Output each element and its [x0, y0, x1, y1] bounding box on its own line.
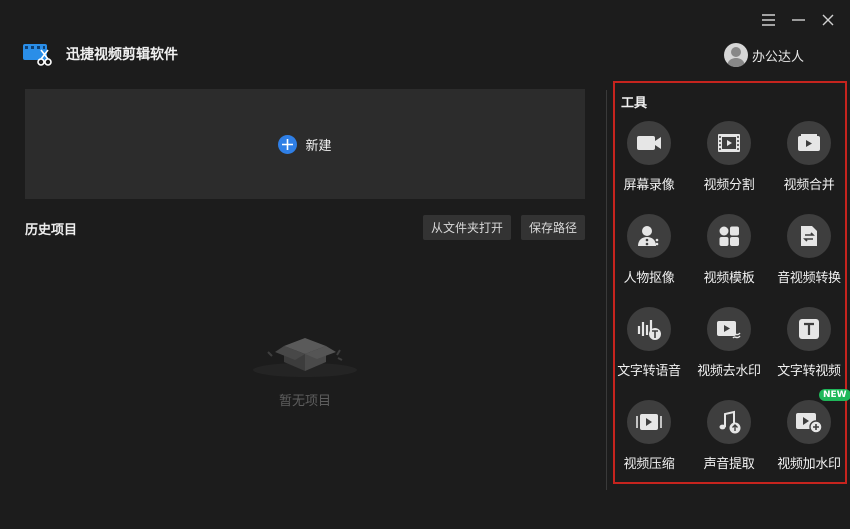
tool-audio-extract[interactable]: 声音提取	[689, 400, 769, 493]
new-badge: NEW	[819, 389, 850, 401]
tool-label: 视频加水印	[777, 457, 841, 472]
tool-video-merge[interactable]: 视频合并	[769, 121, 849, 214]
tools-title: 工具	[621, 96, 648, 111]
tool-text-to-speech[interactable]: 文字转语音	[609, 307, 689, 400]
camera-icon	[627, 121, 671, 165]
text-to-speech-icon	[627, 307, 671, 351]
app-logo-icon	[23, 44, 52, 66]
audio-extract-icon	[707, 400, 751, 444]
tool-label: 视频模板	[703, 271, 755, 286]
plus-icon	[278, 134, 298, 154]
empty-box-icon	[253, 338, 357, 377]
new-project-button[interactable]: 新建	[25, 89, 585, 199]
remove-watermark-icon	[707, 307, 751, 351]
tool-label: 屏幕录像	[623, 178, 675, 193]
tool-text-to-video[interactable]: 文字转视频	[769, 307, 849, 400]
tools-panel: 工具 屏幕录像 视频分割 视频合并 人物抠像 视频模板 音视频转换 文字转语音 …	[613, 81, 850, 484]
tools-grid: 屏幕录像 视频分割 视频合并 人物抠像 视频模板 音视频转换 文字转语音 视频去…	[609, 121, 850, 493]
compress-icon	[627, 400, 671, 444]
empty-state: 暂无项目	[250, 330, 360, 409]
tool-video-split[interactable]: 视频分割	[689, 121, 769, 214]
tool-screen-record[interactable]: 屏幕录像	[609, 121, 689, 214]
app-header: 迅捷视频剪辑软件	[22, 40, 178, 68]
tool-video-template[interactable]: 视频模板	[689, 214, 769, 307]
save-path-button[interactable]: 保存路径	[521, 215, 586, 240]
history-title: 历史项目	[25, 223, 78, 238]
tool-label: 文字转视频	[777, 364, 841, 379]
tool-add-watermark[interactable]: NEW 视频加水印	[769, 389, 850, 493]
person-cutout-icon	[627, 214, 671, 258]
close-icon[interactable]	[820, 12, 836, 28]
tool-label: 视频合并	[783, 178, 835, 193]
tool-person-cutout[interactable]: 人物抠像	[609, 214, 689, 307]
template-icon	[707, 214, 751, 258]
add-watermark-icon	[787, 400, 831, 444]
tool-av-convert[interactable]: 音视频转换	[769, 214, 849, 307]
tool-label: 视频压缩	[623, 457, 675, 472]
user-name: 办公达人	[752, 49, 805, 65]
user-account[interactable]: 办公达人	[724, 43, 804, 67]
tool-label: 人物抠像	[623, 271, 675, 286]
tool-label: 视频分割	[703, 178, 755, 193]
tool-label: 声音提取	[703, 457, 755, 472]
tool-label: 视频去水印	[697, 364, 761, 379]
convert-icon	[787, 214, 831, 258]
app-title: 迅捷视频剪辑软件	[66, 47, 178, 63]
open-from-folder-button[interactable]: 从文件夹打开	[423, 215, 512, 240]
window-controls	[760, 12, 836, 28]
tool-label: 音视频转换	[777, 271, 841, 286]
menu-icon[interactable]	[760, 12, 776, 28]
new-project-label: 新建	[305, 138, 332, 154]
empty-text: 暂无项目	[278, 394, 331, 409]
tool-video-compress[interactable]: 视频压缩	[609, 400, 689, 493]
video-merge-icon	[787, 121, 831, 165]
tool-remove-watermark[interactable]: 视频去水印	[689, 307, 769, 400]
panel-divider	[606, 90, 607, 490]
minimize-icon[interactable]	[790, 12, 806, 28]
film-split-icon	[707, 121, 751, 165]
text-to-video-icon	[787, 307, 831, 351]
tool-label: 文字转语音	[617, 364, 681, 379]
avatar	[724, 43, 748, 67]
